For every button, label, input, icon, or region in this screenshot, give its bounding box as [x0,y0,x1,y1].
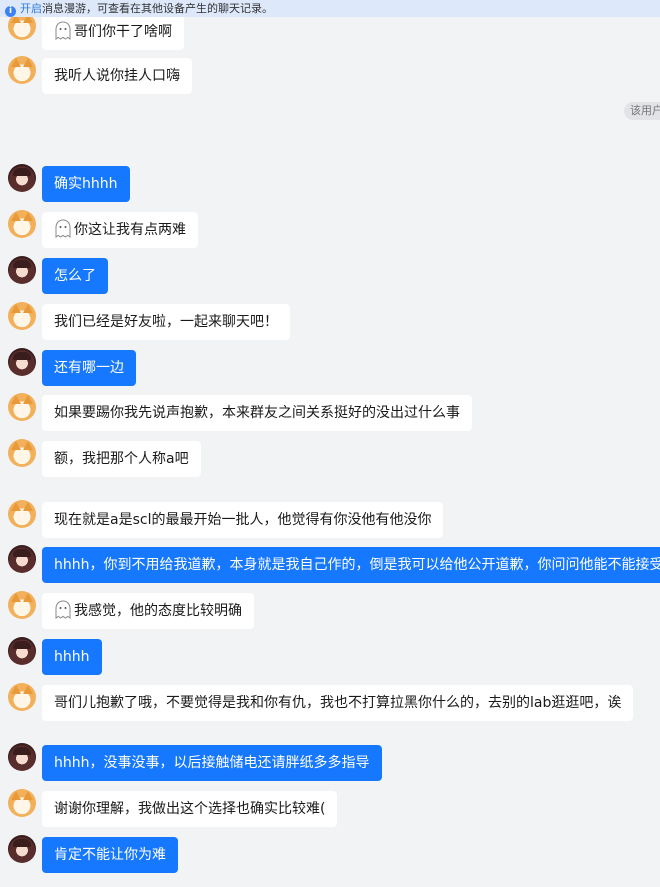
message-bubble[interactable]: 谢谢你理解，我做出这个选择也确实比较难( [42,791,338,827]
message-text: hhhh [54,649,90,665]
ghost-emoji-icon [55,600,71,619]
user-avatar[interactable] [8,637,36,665]
message-bubble[interactable]: 现在就是a是scl的最最开始一批人，他觉得有你没他有他没你 [42,502,444,538]
user-avatar[interactable] [8,545,36,573]
message-row: 我感觉，他的态度比较明确 [0,591,660,629]
message-row: 哥们儿抱歉了哦，不要觉得是我和你有仇，我也不打算拉黑你什么的，去别的lab逛逛吧… [0,683,660,721]
message-row: 我们已经是好友啦，一起来聊天吧！ [0,302,660,340]
message-bubble[interactable]: 我感觉，他的态度比较明确 [42,593,254,629]
ghost-emoji-icon [55,21,71,40]
roaming-banner: i 开启消息漫游，可查看在其他设备产生的聊天记录。 [0,0,660,17]
info-icon: i [5,6,16,17]
chat-area: 哥们你干了啥啊 我听人说你挂人口嗨 该用户 确实hhhh 你这让我有点两难 怎么… [0,0,660,887]
message-row: 哥们你干了啥啊 [0,12,660,50]
shiba-avatar[interactable] [8,683,36,711]
banner-text: 消息漫游，可查看在其他设备产生的聊天记录。 [42,2,273,15]
message-text: 你这让我有点两难 [74,222,186,238]
shiba-avatar[interactable] [8,500,36,528]
user-avatar[interactable] [8,256,36,284]
message-row: 确实hhhh [0,164,660,202]
message-row: hhhh，没事没事，以后接触储电还请胖纸多多指导 [0,743,660,781]
message-text: 我们已经是好友啦，一起来聊天吧！ [54,314,278,330]
message-text: 怎么了 [54,268,96,284]
message-text: 肯定不能让你为难 [54,847,166,863]
message-text: 谢谢你理解，我做出这个选择也确实比较难( [54,801,326,817]
message-row: 谢谢你理解，我做出这个选择也确实比较难( [0,789,660,827]
message-bubble[interactable]: 额，我把那个人称a吧 [42,441,201,477]
message-bubble[interactable]: 你这让我有点两难 [42,212,198,248]
message-row: hhhh [0,637,660,675]
message-text: 哥们儿抱歉了哦，不要觉得是我和你有仇，我也不打算拉黑你什么的，去别的lab逛逛吧… [54,695,622,711]
user-avatar[interactable] [8,164,36,192]
ghost-emoji-icon [55,219,71,238]
message-text: 如果要踢你我先说声抱歉，本来群友之间关系挺好的没出过什么事 [54,405,460,421]
message-row: 还有哪一边 [0,348,660,386]
shiba-avatar[interactable] [8,393,36,421]
message-text: 确实hhhh [54,176,118,192]
message-bubble[interactable]: 怎么了 [42,258,108,294]
enable-roaming-link[interactable]: 开启 [20,2,42,15]
message-bubble[interactable]: 如果要踢你我先说声抱歉，本来群友之间关系挺好的没出过什么事 [42,395,472,431]
message-row: 现在就是a是scl的最最开始一批人，他觉得有你没他有他没你 [0,500,660,538]
message-text: 额，我把那个人称a吧 [54,451,189,467]
message-row: 你这让我有点两难 [0,210,660,248]
system-notice: 该用户 [624,102,660,120]
message-bubble[interactable]: 肯定不能让你为难 [42,837,178,873]
message-bubble[interactable]: hhhh，没事没事，以后接触储电还请胖纸多多指导 [42,745,382,781]
shiba-avatar[interactable] [8,591,36,619]
message-row: 额，我把那个人称a吧 [0,439,660,477]
user-avatar[interactable] [8,348,36,376]
message-text: 还有哪一边 [54,360,124,376]
message-bubble[interactable]: hhhh [42,639,102,675]
message-row: 我听人说你挂人口嗨 [0,56,660,94]
shiba-avatar[interactable] [8,210,36,238]
message-bubble[interactable]: 确实hhhh [42,166,130,202]
message-text: hhhh，你到不用给我道歉，本身就是我自己作的，倒是我可以给他公开道歉，你问问他… [54,557,660,573]
shiba-avatar[interactable] [8,789,36,817]
message-bubble[interactable]: 我听人说你挂人口嗨 [42,58,192,94]
message-row: hhhh，你到不用给我道歉，本身就是我自己作的，倒是我可以给他公开道歉，你问问他… [0,545,660,583]
message-text: 我感觉，他的态度比较明确 [74,603,242,619]
message-bubble[interactable]: 哥们儿抱歉了哦，不要觉得是我和你有仇，我也不打算拉黑你什么的，去别的lab逛逛吧… [42,685,634,721]
message-text: 我听人说你挂人口嗨 [54,68,180,84]
message-row: 怎么了 [0,256,660,294]
message-text: hhhh，没事没事，以后接触储电还请胖纸多多指导 [54,755,370,771]
message-bubble[interactable]: 还有哪一边 [42,350,136,386]
message-bubble[interactable]: 我们已经是好友啦，一起来聊天吧！ [42,304,290,340]
message-bubble[interactable]: hhhh，你到不用给我道歉，本身就是我自己作的，倒是我可以给他公开道歉，你问问他… [42,547,660,583]
user-avatar[interactable] [8,835,36,863]
shiba-avatar[interactable] [8,302,36,330]
message-text: 现在就是a是scl的最最开始一批人，他觉得有你没他有他没你 [54,512,432,528]
message-text: 哥们你干了啥啊 [74,24,172,40]
message-row: 如果要踢你我先说声抱歉，本来群友之间关系挺好的没出过什么事 [0,393,660,431]
message-bubble[interactable]: 哥们你干了啥啊 [42,14,184,50]
message-row: 肯定不能让你为难 [0,835,660,873]
shiba-avatar[interactable] [8,439,36,467]
shiba-avatar[interactable] [8,56,36,84]
user-avatar[interactable] [8,743,36,771]
